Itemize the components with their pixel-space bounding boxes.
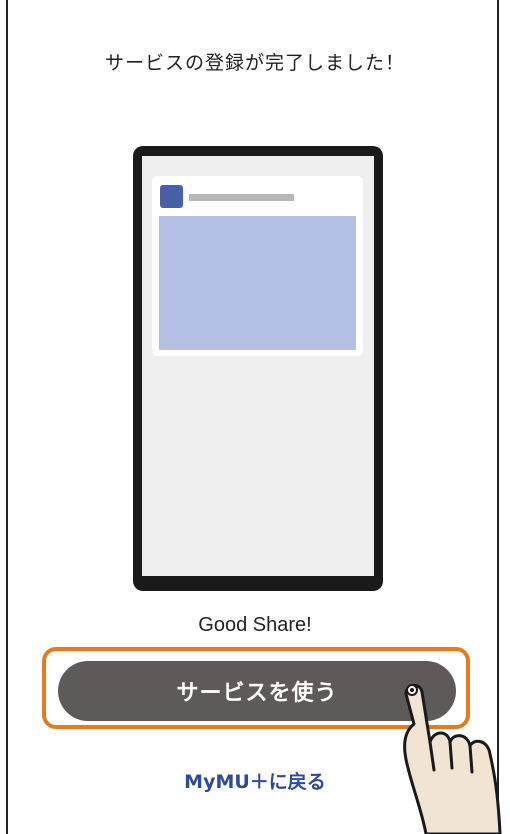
- feed-card: [152, 176, 363, 356]
- illustration-caption: Good Share!: [198, 614, 312, 636]
- phone-screen: [142, 156, 374, 576]
- phone-illustration: [133, 146, 383, 591]
- card-title-placeholder: [189, 194, 294, 201]
- card-avatar: [160, 185, 183, 208]
- completion-message: サービスの登録が完了しました！: [104, 52, 405, 74]
- card-image-placeholder: [159, 216, 356, 350]
- tapping-hand-icon: [403, 684, 502, 834]
